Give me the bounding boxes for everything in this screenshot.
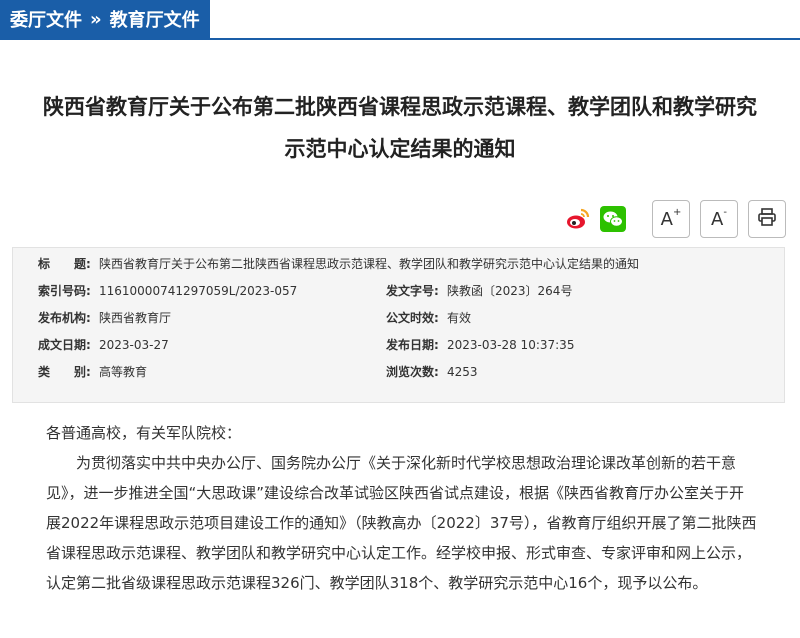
meta-created-value: 2023-03-27 xyxy=(99,338,169,352)
salutation: 各普通高校，有关军队院校： xyxy=(46,424,242,442)
font-smaller-sup: - xyxy=(723,206,727,218)
meta-index-value: 11610000741297059L/2023-057 xyxy=(99,284,298,298)
meta-title-value: 陕西省教育厅关于公布第二批陕西省课程思政示范课程、教学团队和教学研究示范中心认定… xyxy=(99,257,640,271)
font-smaller-label: A xyxy=(711,208,724,230)
breadcrumb-separator: » xyxy=(90,8,102,30)
meta-published-value: 2023-03-28 10:37:35 xyxy=(447,338,575,352)
font-smaller-button[interactable]: A- xyxy=(700,200,738,238)
page-title-line2: 示范中心认定结果的通知 xyxy=(284,137,516,161)
font-larger-sup: + xyxy=(672,206,682,218)
meta-category-label: 类 别: xyxy=(38,365,91,379)
meta-index-label: 索引号码: xyxy=(38,284,91,298)
breadcrumb-bar: 委厅文件 » 教育厅文件 xyxy=(0,0,800,40)
meta-views-label: 浏览次数: xyxy=(386,365,439,379)
print-icon xyxy=(757,207,777,232)
meta-org-label: 发布机构: xyxy=(38,311,91,325)
page-title-line1: 陕西省教育厅关于公布第二批陕西省课程思政示范课程、教学团队和教学研究 xyxy=(43,95,757,119)
meta-docno-value: 陕教函〔2023〕264号 xyxy=(447,284,573,298)
weibo-icon[interactable] xyxy=(564,206,590,232)
font-larger-button[interactable]: A + xyxy=(652,200,690,238)
document-metadata: 标 题: 陕西省教育厅关于公布第二批陕西省课程思政示范课程、教学团队和教学研究示… xyxy=(12,247,785,403)
toolbar: A + A- xyxy=(564,200,786,238)
meta-category-value: 高等教育 xyxy=(99,365,148,379)
meta-docno-label: 发文字号: xyxy=(386,284,439,298)
print-button[interactable] xyxy=(748,200,786,238)
breadcrumb-link-committee-docs[interactable]: 委厅文件 xyxy=(10,6,82,32)
meta-validity-value: 有效 xyxy=(447,311,472,325)
breadcrumb: 委厅文件 » 教育厅文件 xyxy=(0,0,210,38)
meta-validity-label: 公文时效: xyxy=(386,311,439,325)
meta-published-label: 发布日期: xyxy=(386,338,439,352)
font-larger-label: A xyxy=(660,208,673,230)
meta-title-label: 标 题: xyxy=(38,257,91,271)
wechat-icon[interactable] xyxy=(600,206,626,232)
breadcrumb-link-education-docs[interactable]: 教育厅文件 xyxy=(110,6,200,32)
meta-created-label: 成文日期: xyxy=(38,338,91,352)
body-paragraph: 为贯彻落实中共中央办公厅、国务院办公厅《关于深化新时代学校思想政治理论课改革创新… xyxy=(46,454,757,592)
meta-views-value: 4253 xyxy=(447,365,478,379)
page-title: 陕西省教育厅关于公布第二批陕西省课程思政示范课程、教学团队和教学研究 示范中心认… xyxy=(0,86,800,170)
meta-org-value: 陕西省教育厅 xyxy=(99,311,172,325)
article-body: 各普通高校，有关军队院校： 为贯彻落实中共中央办公厅、国务院办公厅《关于深化新时… xyxy=(46,418,758,598)
